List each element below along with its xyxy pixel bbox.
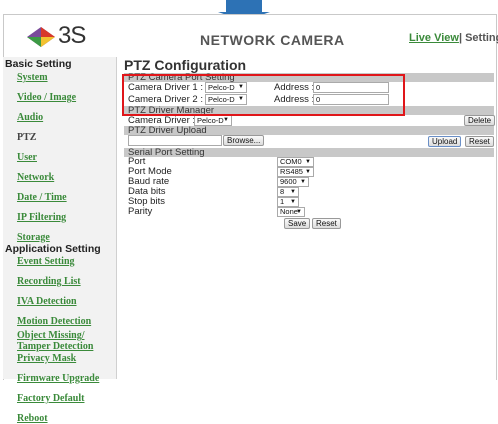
sidebar-heading-basic: Basic Setting (5, 58, 72, 70)
sidebar-item-date-time[interactable]: Date / Time (17, 192, 116, 203)
sidebar-item-factory-default[interactable]: Factory Default (17, 393, 116, 404)
manager-driver-select[interactable]: Pelco-D ▼ (194, 115, 232, 126)
stop-bits-row: Stop bits 1 ▼ (124, 197, 494, 207)
serial-buttons-row: Save Reset (124, 217, 494, 229)
chevron-down-icon: ▼ (296, 209, 302, 215)
port-mode-value: RS485 (280, 167, 303, 176)
parity-label: Parity (128, 206, 153, 217)
browse-button[interactable]: Browse... (223, 135, 265, 146)
stop-bits-select[interactable]: 1 ▼ (277, 197, 299, 207)
sidebar-item-motion-detection[interactable]: Motion Detection (17, 316, 116, 327)
sidebar-item-privacy-mask[interactable]: Privacy Mask (17, 353, 116, 364)
manager-row: Camera Driver : Pelco-D ▼ Delete (124, 115, 496, 126)
sidebar-item-object-missing[interactable]: Object Missing/ (17, 330, 116, 341)
chevron-down-icon: ▼ (300, 179, 306, 185)
upload-reset-button[interactable]: Reset (465, 136, 494, 147)
setting-link[interactable]: Setting (465, 32, 498, 44)
sidebar-item-network[interactable]: Network (17, 172, 116, 183)
upload-row: Browse... Upload Reset (124, 135, 494, 148)
port-mode-select[interactable]: RS485 ▼ (277, 167, 314, 177)
sidebar-heading-application: Application Setting (5, 243, 101, 255)
link-separator: | (458, 32, 463, 44)
sidebar-item-iva-detection[interactable]: IVA Detection (17, 296, 116, 307)
logo-icon (27, 27, 55, 47)
chevron-down-icon: ▼ (290, 189, 296, 195)
port-row: Port COM0 ▼ (124, 157, 494, 167)
sidebar-item-tamper-detection[interactable]: Tamper Detection (17, 341, 116, 352)
data-bits-select[interactable]: 8 ▼ (277, 187, 299, 197)
data-bits-value: 8 (280, 187, 285, 196)
chevron-down-icon: ▼ (305, 159, 311, 165)
parity-row: Parity None ▼ (124, 207, 494, 217)
page-brand-title: NETWORK CAMERA (200, 32, 345, 48)
delete-button[interactable]: Delete (464, 115, 496, 126)
chevron-down-icon: ▼ (223, 117, 229, 123)
chevron-down-icon: ▼ (305, 169, 311, 175)
serial-reset-button[interactable]: Reset (312, 218, 341, 229)
save-button[interactable]: Save (284, 218, 311, 229)
page-title: PTZ Configuration (124, 57, 247, 73)
live-view-link[interactable]: Live View (409, 32, 459, 44)
port-mode-row: Port Mode RS485 ▼ (124, 167, 494, 177)
upload-button[interactable]: Upload (428, 136, 462, 147)
highlight-box (122, 74, 405, 116)
sidebar-item-system[interactable]: System (17, 72, 116, 83)
manager-driver-value: Pelco-D (197, 116, 224, 125)
parity-select[interactable]: None ▼ (277, 207, 305, 217)
sidebar-item-video-image[interactable]: Video / Image (17, 92, 116, 103)
sidebar-item-recording-list[interactable]: Recording List (17, 276, 116, 287)
manager-driver-label: Camera Driver : (128, 115, 196, 126)
sidebar-item-user[interactable]: User (17, 152, 116, 163)
data-bits-row: Data bits 8 ▼ (124, 187, 494, 197)
sidebar-item-ip-filtering[interactable]: IP Filtering (17, 212, 116, 223)
baud-select[interactable]: 9600 ▼ (277, 177, 309, 187)
sidebar-item-audio[interactable]: Audio (17, 112, 116, 123)
baud-row: Baud rate 9600 ▼ (124, 177, 494, 187)
stop-bits-value: 1 (280, 197, 285, 206)
top-links: Live View| Setting (409, 32, 498, 44)
sidebar-item-event-setting[interactable]: Event Setting (17, 256, 116, 267)
section-driver-upload: PTZ Driver Upload (124, 126, 494, 135)
upload-file-input[interactable] (128, 135, 222, 146)
port-value: COM0 (280, 157, 302, 166)
sidebar-item-storage[interactable]: Storage (17, 232, 116, 243)
port-select[interactable]: COM0 ▼ (277, 157, 314, 167)
sidebar-item-ptz[interactable]: PTZ (17, 132, 116, 143)
sidebar: Basic Setting System Video / Image Audio… (3, 57, 117, 424)
sidebar-item-reboot[interactable]: Reboot (17, 413, 116, 424)
header: 3S NETWORK CAMERA Live View| Setting (0, 14, 498, 54)
baud-value: 9600 (280, 177, 297, 186)
section-serial-port: Serial Port Setting (124, 148, 494, 157)
chevron-down-icon: ▼ (290, 199, 296, 205)
logo-text: 3S (58, 22, 86, 49)
